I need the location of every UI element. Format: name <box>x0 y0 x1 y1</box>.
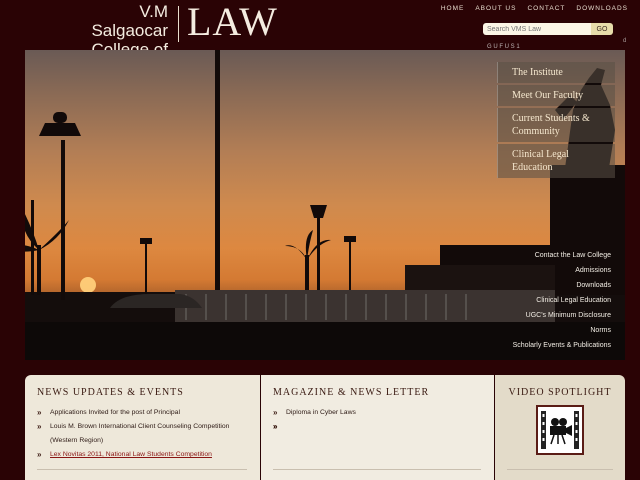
top-navigation: HOME ABOUT US CONTACT DOWNLOADS <box>441 5 628 12</box>
news-link-client-counseling[interactable]: Louis M. Brown International Client Coun… <box>50 423 229 430</box>
double-arrow-icon: » <box>37 422 42 431</box>
nav-contact[interactable]: CONTACT <box>527 5 565 12</box>
magazine-item: » Diploma in Cyber Laws <box>273 406 488 420</box>
logo-divider <box>178 6 179 42</box>
nav-home[interactable]: HOME <box>441 5 465 12</box>
magazine-link-cyber-laws[interactable]: Diploma in Cyber Laws <box>286 409 356 416</box>
double-arrow-icon: » <box>273 408 278 417</box>
magazine-list: » Diploma in Cyber Laws » » » <box>273 406 488 431</box>
menu-meet-our-faculty[interactable]: Meet Our Faculty <box>497 85 615 106</box>
search-hint: d <box>623 38 627 44</box>
link-norms[interactable]: Norms <box>513 323 611 338</box>
link-admissions[interactable]: Admissions <box>513 263 611 278</box>
video-panel: VIDEO SPOTLIGHT <box>495 375 625 480</box>
nav-about-us[interactable]: ABOUT US <box>475 5 516 12</box>
nav-downloads[interactable]: DOWNLOADS <box>576 5 628 12</box>
search-input[interactable] <box>483 23 591 35</box>
news-title: NEWS UPDATES & EVENTS <box>37 387 184 398</box>
film-camera-icon <box>541 411 579 449</box>
menu-clinical-legal-education[interactable]: Clinical Legal Education <box>497 144 615 178</box>
hero-quick-links: Contact the Law College Admissions Downl… <box>513 248 611 353</box>
menu-the-institute[interactable]: The Institute <box>497 62 615 83</box>
link-downloads[interactable]: Downloads <box>513 278 611 293</box>
news-text-western-region: (Western Region) <box>50 437 104 444</box>
magazine-title: MAGAZINE & NEWS LETTER <box>273 387 430 398</box>
link-scholarly-events[interactable]: Scholarly Events & Publications <box>513 338 611 353</box>
news-link-principal[interactable]: Applications Invited for the post of Pri… <box>50 409 180 416</box>
double-arrow-icon: » <box>37 408 42 417</box>
link-contact-law-college[interactable]: Contact the Law College <box>513 248 611 263</box>
news-item: » Lex Novitas 2011, National Law Students… <box>37 448 252 462</box>
video-title: VIDEO SPOTLIGHT <box>508 387 612 398</box>
hero-banner: The Institute Meet Our Faculty Current S… <box>25 50 625 360</box>
news-list: » Applications Invited for the post of Pr… <box>37 406 252 462</box>
logo-law[interactable]: LAW <box>187 0 278 44</box>
college-name-line1: V.M Salgaocar <box>91 2 168 40</box>
search-go-button[interactable]: GO <box>591 23 613 35</box>
news-panel: NEWS UPDATES & EVENTS » Applications Invi… <box>25 375 260 480</box>
news-link-lex-novitas[interactable]: Lex Novitas 2011, National Law Students … <box>50 451 212 458</box>
hero-menu: The Institute Meet Our Faculty Current S… <box>497 62 615 180</box>
video-divider <box>507 469 613 470</box>
double-arrow-icon: » <box>273 422 278 431</box>
double-arrow-icon: » <box>37 450 42 459</box>
magazine-panel: MAGAZINE & NEWS LETTER » Diploma in Cyber… <box>261 375 494 480</box>
video-thumbnail[interactable] <box>536 405 584 455</box>
news-divider <box>37 469 247 470</box>
news-item: » Applications Invited for the post of Pr… <box>37 406 252 420</box>
news-item: » Louis M. Brown International Client Cou… <box>37 420 252 434</box>
link-clinical-legal-education[interactable]: Clinical Legal Education <box>513 293 611 308</box>
link-ugc-minimum-disclosure[interactable]: UGC's Minimum Disclosure <box>513 308 611 323</box>
news-item-continuation: (Western Region) <box>37 434 252 448</box>
menu-current-students-community[interactable]: Current Students & Community <box>497 108 615 142</box>
magazine-divider <box>273 469 481 470</box>
